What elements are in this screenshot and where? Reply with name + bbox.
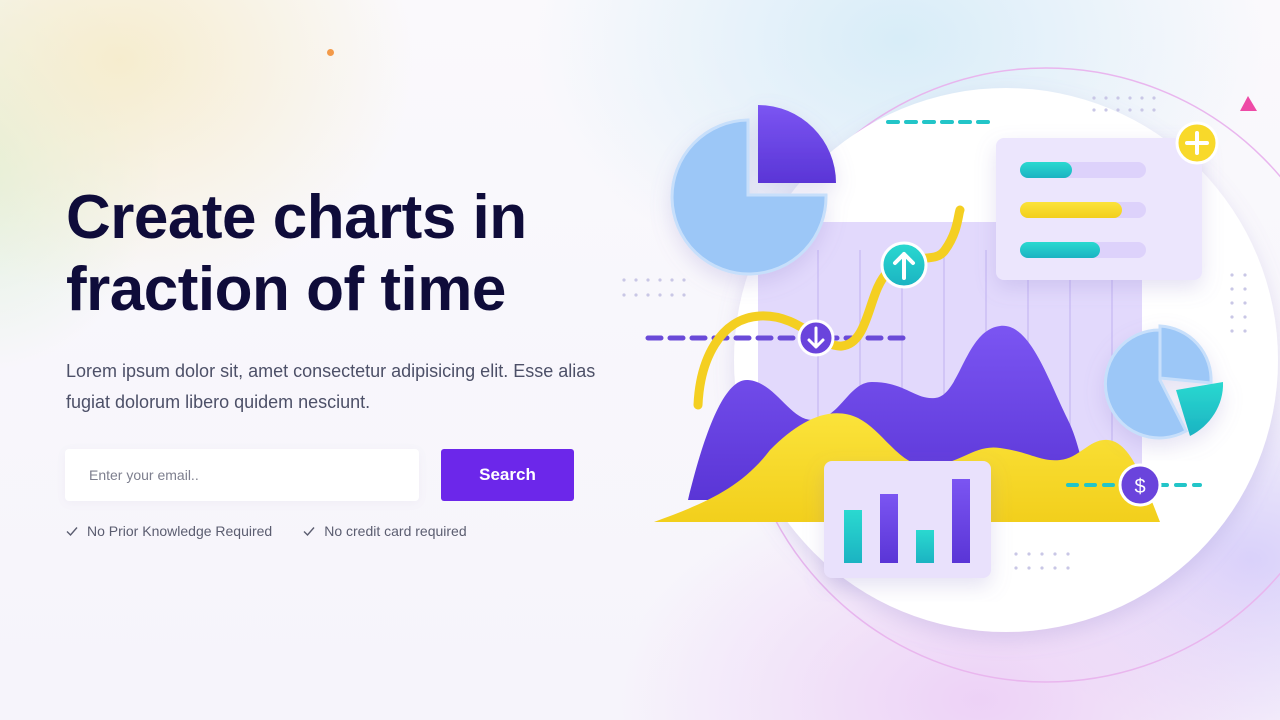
search-button[interactable]: Search: [441, 449, 574, 501]
signup-form: Search: [65, 449, 574, 501]
feature-label: No Prior Knowledge Required: [87, 523, 273, 539]
feature-list: No Prior Knowledge Required No credit ca…: [65, 523, 467, 539]
feature-item: No credit card required: [302, 523, 467, 539]
hero-title-line2: fraction of time: [66, 255, 506, 324]
feature-label: No credit card required: [324, 523, 467, 539]
decorative-dot: [327, 49, 334, 56]
hero-section: Create charts in fraction of time Lorem …: [66, 182, 626, 418]
check-icon: [303, 527, 315, 537]
hero-title-line1: Create charts in: [66, 183, 527, 252]
email-input[interactable]: [65, 449, 419, 501]
check-icon: [66, 527, 78, 537]
hero-title: Create charts in fraction of time: [66, 182, 626, 326]
feature-item: No Prior Knowledge Required: [65, 523, 272, 539]
hero-description: Lorem ipsum dolor sit, amet consectetur …: [66, 361, 596, 412]
